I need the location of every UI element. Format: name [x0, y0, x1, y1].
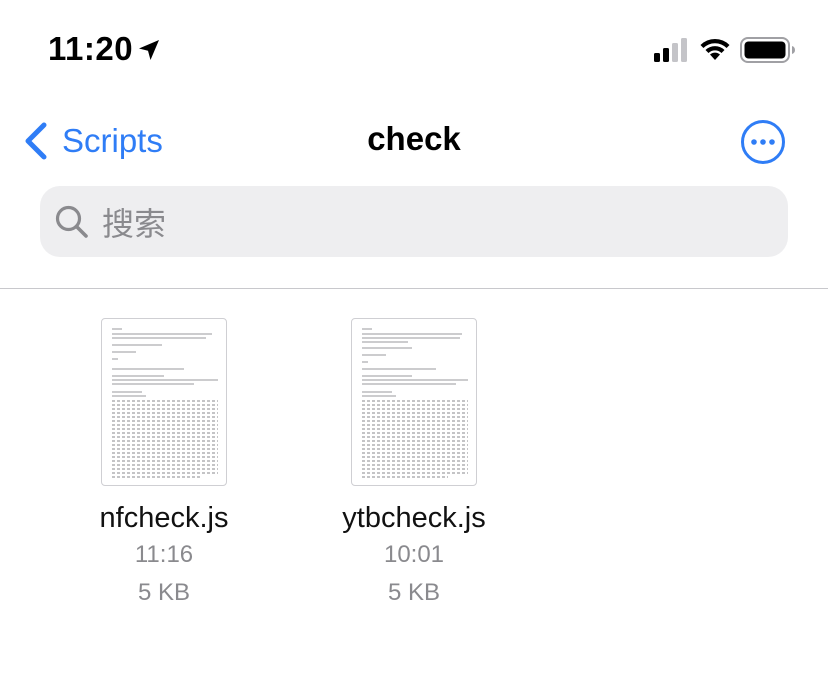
file-size: 5 KB: [387, 579, 441, 606]
wifi-icon: [700, 38, 730, 60]
search-icon: [55, 205, 88, 238]
file-thumbnail: [101, 318, 227, 486]
location-arrow-icon: [139, 40, 159, 60]
search-input[interactable]: 搜索: [40, 186, 788, 257]
cellular-signal-icon: [654, 38, 687, 62]
file-name: ytbcheck.js: [342, 502, 486, 534]
file-size: 5 KB: [137, 579, 191, 606]
more-options-icon[interactable]: [740, 119, 786, 165]
file-name: nfcheck.js: [99, 502, 229, 534]
status-bar: 11:20: [0, 0, 828, 100]
status-time: 11:20: [48, 30, 134, 67]
file-item[interactable]: nfcheck.js 11:16 5 KB: [64, 318, 264, 607]
file-thumbnail: [351, 318, 477, 486]
search-placeholder: 搜索: [102, 205, 167, 242]
file-time: 10:01: [383, 541, 445, 568]
file-time: 11:16: [134, 541, 194, 568]
file-item[interactable]: ytbcheck.js 10:01 5 KB: [314, 318, 514, 607]
battery-icon: [740, 37, 795, 63]
divider: [0, 288, 828, 289]
page-title: check: [367, 120, 461, 157]
